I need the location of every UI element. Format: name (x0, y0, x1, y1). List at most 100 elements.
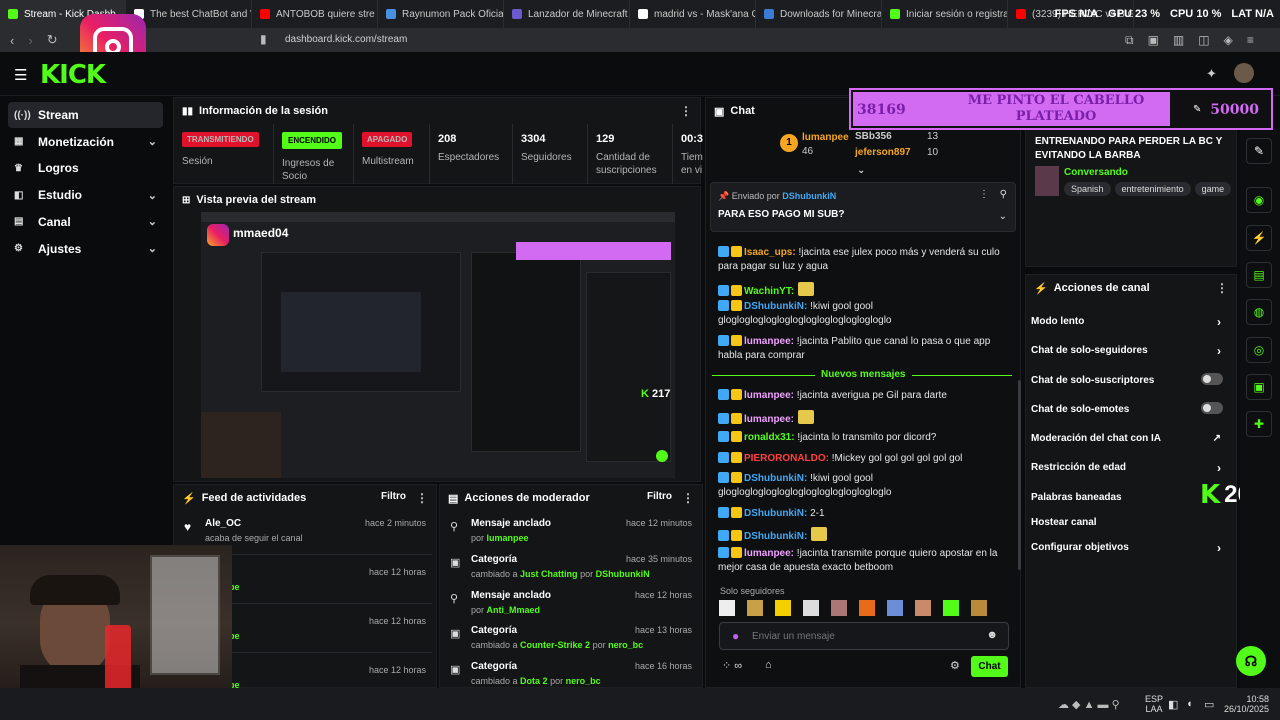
activity-more-icon[interactable]: ⋮ (416, 491, 428, 505)
emote-icon[interactable] (803, 600, 819, 616)
modaction-user[interactable]: DShubunkiN (596, 569, 650, 579)
chat-username[interactable]: WachinYT: (744, 286, 794, 297)
emote-icon[interactable] (831, 600, 847, 616)
browser-tab[interactable]: madrid vs - Mask'ana Goo (630, 0, 756, 28)
chat-username[interactable]: DShubunkiN: (744, 508, 807, 519)
pinned-collapse-icon[interactable]: ⌄ (999, 211, 1007, 222)
chat-username[interactable]: lumanpee: (744, 336, 794, 347)
wrench-icon[interactable]: ✚ (1246, 411, 1272, 437)
channel-actions-more-icon[interactable]: ⋮ (1216, 281, 1228, 295)
chat-message[interactable]: DShubunkiN: !kiwi gool gool gloglogloglo… (718, 300, 1013, 328)
chat-username[interactable]: Isaac_ups: (744, 247, 796, 258)
channel-action-restricción-de-edad[interactable]: Restricción de edad › (1031, 461, 1231, 476)
sidebar-item-stream[interactable]: ((·)) Stream (8, 102, 163, 128)
modactions-filter-button[interactable]: Filtro (647, 491, 672, 502)
emote-icon[interactable] (775, 600, 791, 616)
channel-action-chat-de-solo-seguidores[interactable]: Chat de solo-seguidores › (1031, 344, 1231, 359)
chat-message[interactable]: DShubunkiN: (718, 527, 1013, 544)
tag-chip[interactable]: game (1194, 182, 1232, 196)
modaction-category[interactable]: Counter-Strike 2 (520, 640, 590, 650)
back-icon[interactable]: ‹ (10, 33, 14, 48)
pencil-icon[interactable]: ✎ (1246, 138, 1272, 164)
url-input[interactable]: dashboard.kick.com/stream (285, 34, 407, 45)
tabs-icon[interactable]: ▥ (1173, 33, 1184, 48)
chat-settings-icon[interactable]: ⚙ (950, 659, 960, 672)
emote-icon[interactable] (859, 600, 875, 616)
category-link[interactable]: Conversando (1064, 167, 1128, 178)
tag-chip[interactable]: entretenimiento (1114, 182, 1191, 196)
chat-username[interactable]: lumanpee: (744, 390, 794, 401)
avatar[interactable] (1234, 63, 1254, 83)
modaction-row[interactable]: ▣ Categoría cambiado a Just Chatting por D… (450, 554, 692, 584)
channel-action-modo-lento[interactable]: Modo lento › (1031, 315, 1231, 330)
chat-username[interactable]: lumanpee: (744, 414, 794, 425)
language-indicator[interactable]: ESP LAA (1145, 694, 1163, 714)
lightning-icon[interactable]: ⚡ (1246, 225, 1272, 251)
clock[interactable]: 10:58 26/10/2025 (1224, 694, 1269, 714)
toggle-switch[interactable] (1201, 373, 1223, 385)
chat-message[interactable]: DShubunkiN: 2-1 (718, 507, 1013, 521)
chat-message[interactable]: PIERORONALDO: !Mickey gol gol gol gol go… (718, 452, 1013, 466)
bookmark-icon[interactable]: ▮ (260, 32, 267, 46)
chat-username[interactable]: ronaldx31: (744, 432, 795, 443)
volume-icon[interactable]: ◖ (1186, 698, 1193, 710)
chat-message[interactable]: lumanpee: !jacinta transmite porque quie… (718, 547, 1013, 575)
modaction-user[interactable]: nero_bc (608, 640, 643, 650)
chat-message[interactable]: lumanpee: (718, 410, 1013, 427)
chat-message[interactable]: Isaac_ups: !jacinta ese julex poco más y… (718, 246, 1013, 274)
channel-action-hostear-canal[interactable]: Hostear canal (1031, 517, 1231, 531)
camera-icon[interactable]: ◉ (1246, 187, 1272, 213)
sidebar-item-canal[interactable]: ▤ Canal ⌄ (8, 209, 163, 235)
help-icon[interactable]: ☊ (1236, 646, 1266, 676)
chat-username[interactable]: DShubunkiN: (744, 301, 807, 312)
chat-username[interactable]: lumanpee: (744, 548, 794, 559)
modaction-category[interactable]: Just Chatting (520, 569, 578, 579)
save-icon[interactable]: ▣ (1246, 374, 1272, 400)
modaction-row[interactable]: ▣ Categoría cambiado a Dota 2 por nero_bc h… (450, 661, 692, 691)
modaction-user[interactable]: nero_bc (566, 676, 601, 686)
chevron-down-icon[interactable]: ⌄ (857, 165, 865, 176)
chat-input[interactable] (752, 628, 972, 644)
extensions-icon[interactable]: ⧉ (1125, 33, 1134, 48)
emote-icon[interactable] (887, 600, 903, 616)
sidebar-item-estudio[interactable]: ◧ Estudio ⌄ (8, 182, 163, 208)
pinned-more-icon[interactable]: ⋮ (979, 189, 989, 200)
channel-action-chat-de-solo-emotes[interactable]: Chat de solo-emotes (1031, 402, 1231, 418)
emote-icon[interactable] (747, 600, 763, 616)
browser-tab[interactable]: Raynumon Pack Oficial 7.7 (378, 0, 504, 28)
mic-icon[interactable]: ● (732, 629, 739, 643)
modaction-user[interactable]: Anti_Mmaed (487, 605, 541, 615)
sidebar-item-monetización[interactable]: ▦ Monetización ⌄ (8, 129, 163, 155)
chat-username[interactable]: DShubunkiN: (744, 473, 807, 484)
sidebar-icon[interactable]: ▣ (1148, 33, 1159, 48)
modaction-row[interactable]: ▣ Categoría cambiado a Counter-Strike 2 po… (450, 625, 692, 655)
browser-tab[interactable]: Iniciar sesión o registrar (882, 0, 1008, 28)
menu-icon[interactable]: ≡ (1247, 33, 1254, 48)
chat-username[interactable]: PIERORONALDO: (744, 453, 829, 464)
chat-message[interactable]: ronaldx31: !jacinta lo transmito por dic… (718, 431, 1013, 445)
modaction-row[interactable]: ⚲ Mensaje anclado por lumanpee hace 12 minu… (450, 518, 692, 548)
hamburger-icon[interactable]: ☰ (14, 66, 27, 84)
forward-icon[interactable]: › (28, 33, 32, 48)
sidebar-item-logros[interactable]: ♛ Logros (8, 155, 163, 181)
sidebar-item-ajustes[interactable]: ⚙ Ajustes ⌄ (8, 236, 163, 262)
chat-scrollbar[interactable] (1018, 380, 1021, 570)
edit-icon[interactable]: ✎ (1193, 104, 1201, 115)
emoji-icon[interactable]: ☻ (986, 629, 998, 641)
creator-icon[interactable]: ✦ (1206, 66, 1217, 82)
reload-icon[interactable]: ↻ (47, 32, 58, 48)
broadcast-icon[interactable]: ◎ (1246, 337, 1272, 363)
browser-tab[interactable]: ANTOBOB quiere stre (252, 0, 378, 28)
emote-icon[interactable] (915, 600, 931, 616)
channel-action-moderación-del-chat-con-ia[interactable]: Moderación del chat con IA ↗ (1031, 433, 1231, 447)
shield-icon[interactable]: ◈ (1224, 33, 1233, 48)
chat-message[interactable]: DShubunkiN: !kiwi gool gool gloglogloglo… (718, 472, 1013, 500)
network-icon[interactable]: ◧ (1168, 698, 1178, 711)
tag-chip[interactable]: Spanish (1064, 182, 1111, 196)
emote-icon[interactable] (719, 600, 735, 616)
channel-action-chat-de-solo-suscriptores[interactable]: Chat de solo-suscriptores (1031, 373, 1231, 389)
chat-username[interactable]: DShubunkiN: (744, 531, 807, 542)
store-icon[interactable]: ⌂ (765, 659, 772, 671)
stream-preview-video[interactable]: mmaed04 K 217 (201, 212, 675, 478)
wallet-icon[interactable]: ◫ (1198, 33, 1209, 48)
